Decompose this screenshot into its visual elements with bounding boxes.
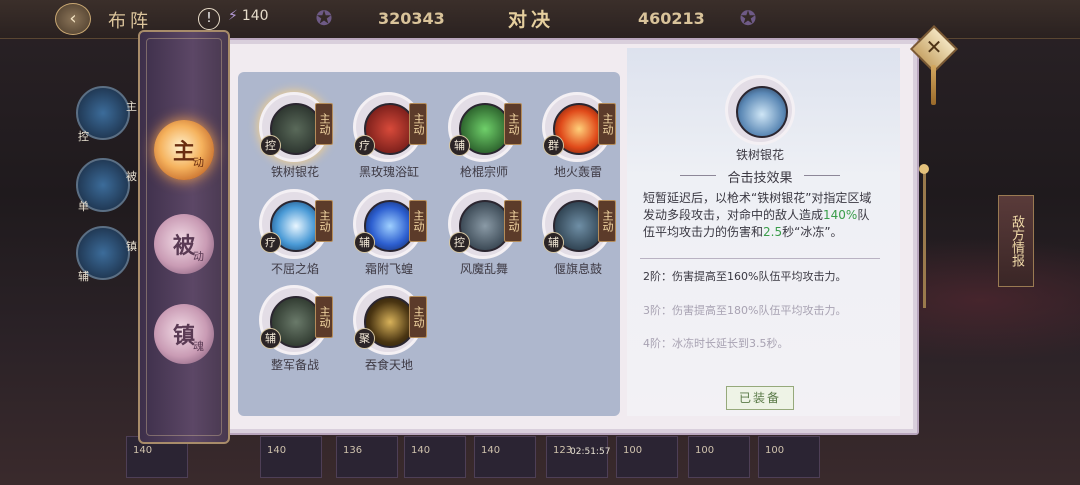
- skill-type-badge: 辅: [260, 328, 281, 349]
- tier-2-text: 2阶：伤害提高至160%队伍平均攻击力。: [643, 270, 847, 283]
- bottom-slot[interactable]: 136: [336, 436, 398, 478]
- score-right: 460213: [638, 9, 705, 28]
- skill-type-badge: 辅: [449, 135, 470, 156]
- skill-tag: 主动: [504, 200, 522, 242]
- skill-name: 偃旗息鼓: [553, 262, 602, 276]
- enemy-intel-tab[interactable]: 敌方情报: [998, 195, 1034, 287]
- tier-4-text: 4阶：冰冻时长延长到3.5秒。: [643, 337, 789, 350]
- back-arrow-icon: ‹: [69, 8, 77, 29]
- skill-tag: 主动: [409, 296, 427, 338]
- tab-soul-skill[interactable]: 镇 魂: [154, 304, 214, 364]
- skill-name: 枪棍宗师: [459, 165, 508, 179]
- countdown-timer: 02:51:57: [570, 447, 611, 457]
- divider: [640, 258, 880, 259]
- skill-name: 整军备战: [270, 358, 319, 372]
- skill-tag: 主动: [598, 103, 616, 145]
- skill-type-badge: 疗: [260, 232, 281, 253]
- skill-tag: 主动: [315, 296, 333, 338]
- close-icon[interactable]: ✕: [920, 32, 948, 62]
- unit-tag: 主: [126, 100, 137, 113]
- skill-card[interactable]: 疗 主动 黑玫瑰浴缸: [346, 95, 436, 190]
- skill-card[interactable]: 控 主动 铁树银花: [252, 95, 342, 190]
- bottom-slot[interactable]: 140: [260, 436, 322, 478]
- skill-name: 黑玫瑰浴缸: [358, 165, 419, 179]
- tab-passive-skill[interactable]: 被 动: [154, 214, 214, 274]
- tab-label: 镇: [172, 323, 195, 349]
- equipped-button[interactable]: 已装备: [726, 386, 794, 410]
- unit-tag: 辅: [78, 270, 89, 283]
- skill-card[interactable]: 聚 主动 吞食天地: [346, 288, 436, 383]
- skill-type-badge: 控: [260, 135, 281, 156]
- tab-label: 主: [172, 139, 195, 165]
- score-left: 320343: [378, 9, 445, 28]
- bottom-slot[interactable]: 123: [546, 436, 608, 478]
- skill-type-badge: 聚: [354, 328, 375, 349]
- skill-card[interactable]: 群 主动 地火轰雷: [535, 95, 625, 190]
- skill-card[interactable]: 控 主动 风魔乱舞: [441, 192, 531, 287]
- skill-type-badge: 辅: [543, 232, 564, 253]
- unit-tag: 控: [78, 130, 89, 143]
- back-button[interactable]: ‹: [55, 3, 91, 35]
- skill-name: 风魔乱舞: [459, 262, 508, 276]
- stamina-value: 140: [228, 8, 269, 24]
- tab-sublabel: 魂: [193, 340, 204, 353]
- tab-label: 被: [172, 233, 195, 259]
- skill-card[interactable]: 疗 主动 不屈之焰: [252, 192, 342, 287]
- bottom-slot[interactable]: 140: [474, 436, 536, 478]
- skill-name: 地火轰雷: [553, 165, 602, 179]
- skill-description: 短暂延迟后，以枪术“铁树银花”对指定区域发动多段攻击，对命中的敌人造成140%队…: [643, 191, 872, 239]
- unit-tag: 镇: [126, 240, 137, 253]
- skill-tag: 主动: [315, 103, 333, 145]
- skill-name: 霜附飞蝗: [364, 262, 413, 276]
- scroll-knob[interactable]: [919, 164, 929, 174]
- skill-name: 吞食天地: [364, 358, 413, 372]
- skill-card[interactable]: 辅 主动 霜附飞蝗: [346, 192, 436, 287]
- pentagram-icon: ✪: [315, 6, 333, 30]
- skill-tag: 主动: [504, 103, 522, 145]
- tab-sublabel: 动: [193, 156, 204, 169]
- tab-active-skill[interactable]: 主 动: [154, 120, 214, 180]
- skill-card[interactable]: 辅 主动 整军备战: [252, 288, 342, 383]
- skill-tag: 主动: [315, 200, 333, 242]
- tassel-decoration: [931, 65, 936, 105]
- skill-card[interactable]: 辅 主动 枪棍宗师: [441, 95, 531, 190]
- tab-sublabel: 动: [193, 250, 204, 263]
- bottom-slot[interactable]: 140: [404, 436, 466, 478]
- bottom-slot[interactable]: 100: [616, 436, 678, 478]
- alert-icon[interactable]: !: [198, 8, 220, 30]
- bottom-slot[interactable]: 100: [688, 436, 750, 478]
- skill-type-badge: 群: [543, 135, 564, 156]
- freeze-seconds: 2.5: [763, 225, 783, 239]
- skill-name: 不屈之焰: [270, 262, 319, 276]
- combo-effect-heading: 合击技效果: [680, 167, 840, 186]
- skill-tag: 主动: [409, 103, 427, 145]
- skill-tag: 主动: [409, 200, 427, 242]
- skill-card[interactable]: 辅 主动 偃旗息鼓: [535, 192, 625, 287]
- detail-skill-icon: [728, 78, 792, 142]
- bottom-slot[interactable]: 100: [758, 436, 820, 478]
- skill-name: 铁树银花: [270, 165, 319, 179]
- pentagram-icon: ✪: [739, 6, 757, 30]
- category-rail: 主 动 被 动 镇 魂: [138, 30, 230, 444]
- unit-tag: 被: [126, 170, 137, 183]
- detail-skill-name: 铁树银花: [735, 148, 784, 162]
- skill-type-badge: 辅: [354, 232, 375, 253]
- scroll-track[interactable]: [923, 168, 926, 308]
- unit-tag: 单: [78, 200, 89, 213]
- skill-type-badge: 疗: [354, 135, 375, 156]
- skill-type-badge: 控: [449, 232, 470, 253]
- skill-tag: 主动: [598, 200, 616, 242]
- tier-3-text: 3阶：伤害提高至180%队伍平均攻击力。: [643, 304, 847, 317]
- damage-percent: 140%: [823, 208, 858, 222]
- vs-title: 对决: [508, 9, 555, 31]
